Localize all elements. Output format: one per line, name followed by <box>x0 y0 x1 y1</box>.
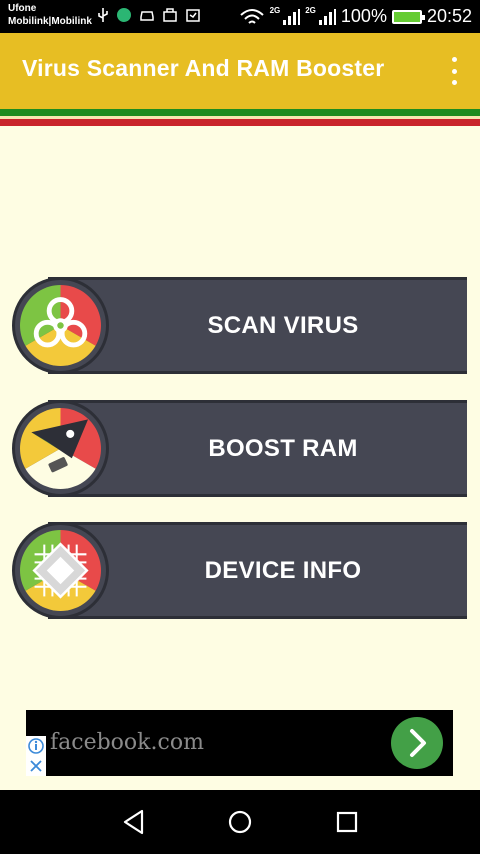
ad-close-button[interactable] <box>26 756 46 776</box>
recent-apps-icon[interactable] <box>331 806 363 838</box>
usb-icon <box>98 8 108 22</box>
menu-dot <box>451 57 457 62</box>
ad-banner[interactable]: facebook.com <box>26 710 453 776</box>
inbox-icon <box>186 9 200 22</box>
boost-ram-button[interactable]: BOOST RAM <box>12 400 467 497</box>
carrier-secondary: Mobilink|Mobilink <box>8 16 92 27</box>
overflow-menu-button[interactable] <box>448 57 460 85</box>
device-info-button[interactable]: DEVICE INFO <box>12 522 467 619</box>
network-type-1: 2G <box>269 6 281 15</box>
chip-icon <box>20 530 101 611</box>
network-type-2: 2G <box>305 6 316 15</box>
carrier-name: Ufone <box>8 3 37 14</box>
menu-dot <box>451 80 457 85</box>
close-icon <box>30 760 42 772</box>
wifi-icon <box>239 8 264 24</box>
battery-percent: 100% <box>340 6 387 26</box>
scan-virus-button[interactable]: SCAN VIRUS <box>12 277 467 374</box>
chevron-right-icon <box>410 729 426 757</box>
status-bar: Ufone Mobilink|Mobilink 2G 2G 100% 20:52 <box>0 0 480 33</box>
device-info-label: DEVICE INFO <box>204 556 362 584</box>
signal-icon <box>283 8 301 25</box>
scan-virus-label: SCAN VIRUS <box>207 311 359 339</box>
battery-icon <box>391 9 425 24</box>
system-icons: 2G 2G 100% 20:52 <box>239 0 472 33</box>
ad-info-button[interactable] <box>26 736 46 756</box>
clock: 20:52 <box>426 6 472 26</box>
app-notification-icon <box>117 8 131 22</box>
app-bar: Virus Scanner And RAM Booster <box>0 33 480 109</box>
car-icon <box>140 11 154 21</box>
home-icon[interactable] <box>224 806 256 838</box>
navigation-bar <box>0 790 480 854</box>
back-icon[interactable] <box>118 806 150 838</box>
rocket-icon <box>20 408 101 489</box>
menu-dot <box>451 68 457 74</box>
carrier-info: Ufone Mobilink|Mobilink <box>8 2 92 28</box>
info-icon <box>28 738 44 754</box>
app-title: Virus Scanner And RAM Booster <box>22 55 385 81</box>
ad-text: facebook.com <box>50 730 204 755</box>
signal-icon <box>318 8 336 25</box>
decor-stripe-red <box>0 119 480 126</box>
bag-icon <box>163 8 177 22</box>
notification-icons <box>97 7 201 23</box>
decor-stripe-green <box>0 109 480 116</box>
boost-ram-label: BOOST RAM <box>208 434 358 462</box>
ad-arrow-button[interactable] <box>391 717 443 769</box>
biohazard-icon <box>20 285 101 366</box>
